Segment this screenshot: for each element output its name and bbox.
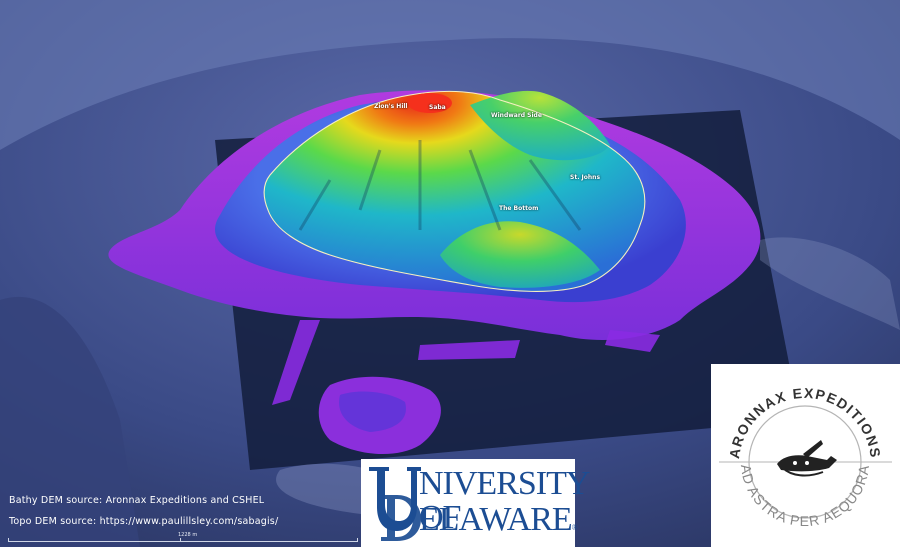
svg-text:ARONNAX EXPEDITIONS: ARONNAX EXPEDITIONS	[726, 385, 884, 460]
place-label: Zion's Hill	[374, 103, 408, 110]
svg-text:AD ASTRA PER AEQUORA: AD ASTRA PER AEQUORA	[738, 463, 872, 529]
scale-bar-label: 1228 m	[178, 532, 198, 538]
bathy-source-text: Bathy DEM source: Aronnax Expeditions an…	[9, 495, 265, 506]
place-label: Windward Side	[491, 112, 542, 119]
aronnax-expeditions-logo: ARONNAX EXPEDITIONS AD ASTRA PER AEQUORA	[711, 364, 900, 547]
ud-monogram-icon	[369, 467, 421, 541]
submarine-icon	[777, 440, 837, 477]
scale-bar-tick	[180, 538, 181, 542]
place-label: The Bottom	[499, 205, 539, 212]
ud-line2: ELAWARE	[419, 501, 573, 538]
registered-mark: ®	[571, 523, 578, 532]
ring-text: ARONNAX EXPEDITIONS	[726, 385, 882, 460]
scale-bar-tick	[8, 538, 9, 542]
scale-bar-line	[8, 541, 358, 542]
motto-text: AD ASTRA PER AEQUORA	[738, 463, 871, 529]
place-label: St. Johns	[570, 174, 601, 181]
place-label: Saba	[429, 104, 446, 111]
university-of-delaware-logo: NIVERSITY OF ELAWARE®	[361, 459, 589, 547]
scale-bar: 1228 m	[8, 532, 358, 544]
source-caption: Bathy DEM source: Aronnax Expeditions an…	[9, 490, 278, 532]
ud-line2-wrap: ELAWARE®	[419, 503, 578, 545]
scale-bar-tick	[357, 538, 358, 542]
topo-source-text: Topo DEM source: https://www.paulillsley…	[9, 516, 279, 527]
